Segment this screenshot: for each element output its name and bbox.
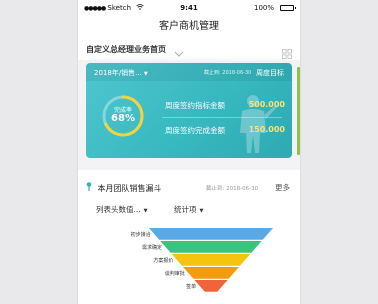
more-link[interactable]: 更多	[275, 182, 290, 193]
funnel-stage-label: 需求确定	[142, 245, 163, 251]
weekly-target-card: 2018年/销售... ▼ 截止到: 2018-06-30 周度目标 完成率 68…	[86, 63, 292, 158]
metric-label: 周度签约完成金额	[165, 126, 225, 135]
team-funnel-section: 本月团队销售漏斗 截止到: 2018-06-30 更多 列表头数值... ▼ 统计…	[78, 170, 300, 304]
triangle-down-icon: ▼	[143, 208, 148, 214]
funnel-stage-3[interactable]	[183, 267, 239, 279]
metric-value: 150.000	[248, 125, 285, 134]
next-card-peek[interactable]	[297, 67, 300, 155]
section-title-text: 本月团队销售漏斗	[97, 184, 162, 193]
grid-icon[interactable]	[282, 44, 292, 63]
homepage-title: 自定义总经理业务首页	[86, 45, 166, 54]
filter-label: 列表头数值...	[96, 205, 141, 214]
filter-header-value[interactable]: 列表头数值... ▼	[96, 205, 148, 214]
triangle-down-icon: ▼	[199, 208, 204, 214]
triangle-down-icon: ▼	[143, 71, 148, 77]
period-selector[interactable]: 2018年/销售... ▼	[94, 68, 148, 78]
phone-screen: ●●●●● Sketch 9:41 100% 客户商机管理 自定义总经理业务首页	[78, 0, 300, 304]
funnel-stage-4[interactable]	[194, 280, 228, 292]
filter-stat-item[interactable]: 统计项 ▼	[174, 204, 203, 215]
metric-completed-amount: 周度签约完成金额 150.000	[165, 125, 292, 136]
funnel-filters: 列表头数值... ▼ 统计项 ▼	[96, 204, 296, 215]
battery-icon	[280, 5, 296, 11]
card-deadline: 截止到: 2018-06-30	[204, 70, 252, 76]
funnel-stage-2[interactable]	[171, 254, 251, 266]
funnel-stage-0[interactable]	[149, 228, 273, 240]
battery-percent: 100%	[253, 4, 274, 12]
funnel-stage-label: 初步接洽	[130, 232, 151, 238]
homepage-switcher[interactable]: 自定义总经理业务首页	[78, 38, 300, 60]
funnel-stage-1[interactable]	[160, 241, 262, 253]
section-title: 本月团队销售漏斗	[86, 182, 162, 194]
week-goal-label[interactable]: 周度目标	[256, 68, 284, 78]
filter-label: 统计项	[174, 205, 197, 214]
funnel-stage-label: 签单	[186, 284, 197, 290]
divider	[162, 117, 282, 118]
card-header: 2018年/销售... ▼ 截止到: 2018-06-30 周度目标	[86, 63, 292, 81]
metric-target-amount: 周度签约指标金额 500.000	[165, 100, 292, 111]
funnel-stage-label: 方案报价	[153, 258, 174, 264]
nav-title: 客户商机管理	[78, 16, 300, 38]
metric-label: 周度签约指标金额	[165, 101, 225, 110]
section-deadline: 截止到: 2018-06-30	[206, 186, 259, 192]
ring-value: 68%	[111, 113, 135, 124]
status-bar: ●●●●● Sketch 9:41 100%	[78, 0, 300, 16]
chevron-down-icon[interactable]	[174, 43, 184, 62]
completion-ring: 完成率 68%	[100, 93, 146, 139]
pin-icon	[86, 182, 95, 193]
period-selector-label: 2018年/销售...	[94, 69, 142, 77]
metric-value: 500.000	[248, 100, 285, 109]
funnel-stage-label: 谈判审批	[164, 271, 185, 277]
